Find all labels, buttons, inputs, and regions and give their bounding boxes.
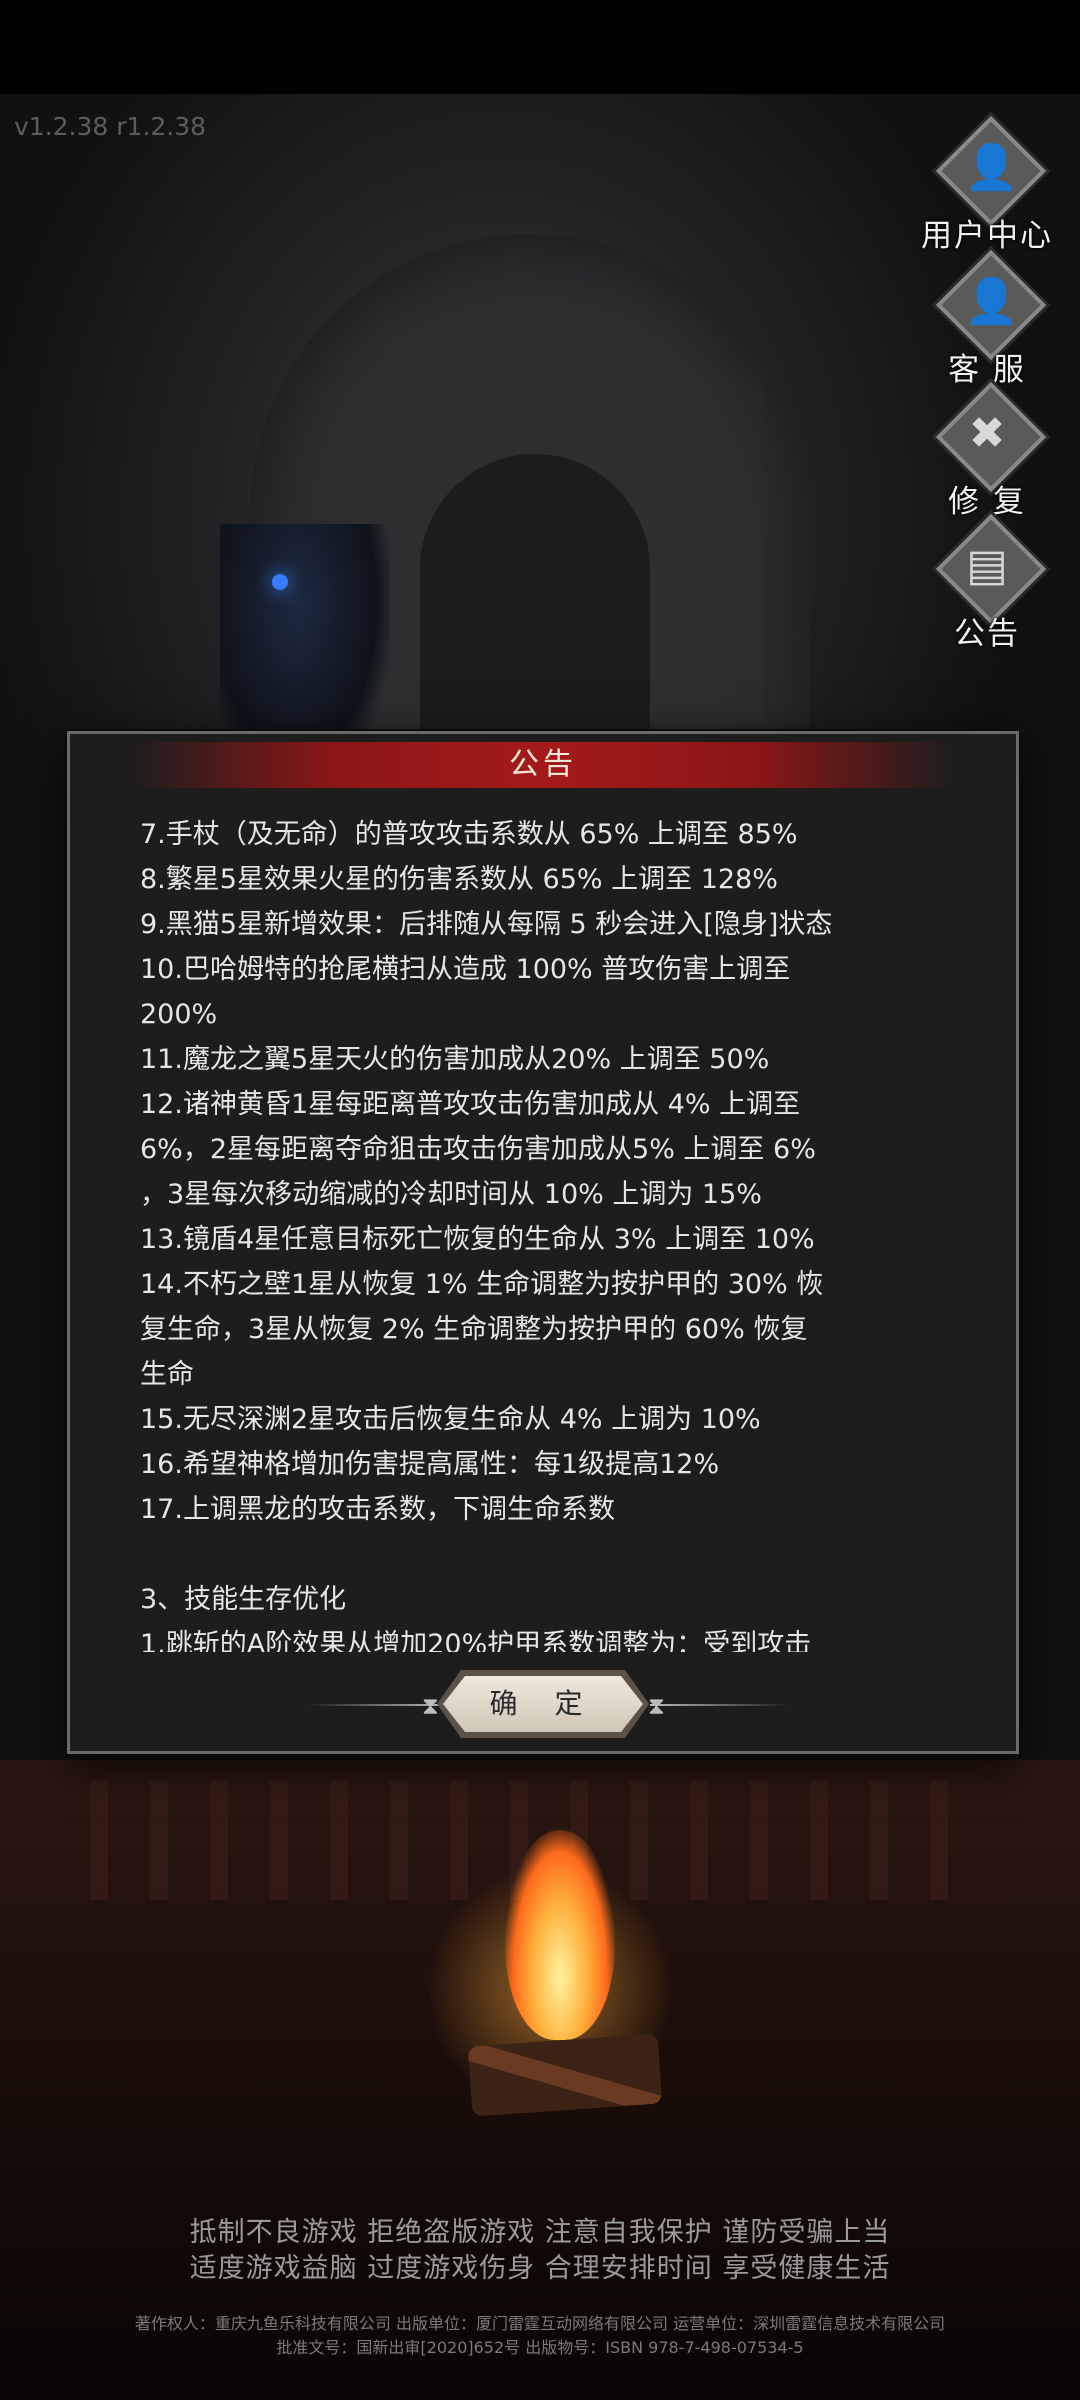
announcement-line: 10.巴哈姆特的抢尾横扫从造成 100% 普攻伤害上调至 (140, 954, 791, 985)
announcement-label: 公告 (954, 616, 1020, 652)
user-center-label: 用户中心 (921, 218, 1053, 254)
announcement-line: 生命 (140, 1359, 194, 1390)
repair-label: 修 复 (948, 484, 1026, 520)
announcement-line: 14.不朽之壁1星从恢复 1% 生命调整为按护甲的 30% 恢 (140, 1269, 824, 1300)
repair-button[interactable]: ✖ 修 复 (912, 381, 1062, 520)
announcement-line: ，3星每次移动缩减的冷却时间从 10% 上调为 15% (140, 1179, 762, 1210)
campfire-logs (467, 2033, 663, 2117)
announcement-line: 15.无尽深渊2星攻击后恢复生命从 4% 上调为 10% (140, 1404, 761, 1435)
user-center-button[interactable]: 👤 用户中心 (912, 115, 1062, 254)
copyright-line2: 批准文号：国新出审[2020]652号 出版物号：ISBN 978-7-498-… (276, 2338, 804, 2357)
decor-cap-right: ⧗ (648, 1692, 665, 1720)
copyright-line1: 著作权人：重庆九鱼乐科技有限公司 出版单位：厦门雷霆互动网络有限公司 运营单位：… (134, 2314, 946, 2333)
announcement-line: 12.诸神黄昏1星每距离普攻攻击伤害加成从 4% 上调至 (140, 1089, 801, 1120)
repair-icon: ✖ (968, 408, 1006, 459)
announcement-line: 7.手杖（及无命）的普攻攻击系数从 65% 上调至 85% (140, 819, 798, 850)
glowing-eye (272, 574, 288, 590)
version-label: v1.2.38 r1.2.38 (14, 112, 207, 141)
health-notice-line2: 适度游戏益脑 过度游戏伤身 合理安排时间 享受健康生活 (189, 2253, 891, 2284)
announcement-line: 9.黑猫5星新增效果：后排随从每隔 5 秒会进入[隐身]状态 (140, 909, 833, 940)
campfire-flame (505, 1830, 615, 2040)
user-icon: 👤 (964, 142, 1019, 193)
announcement-line: 1.跳斩的A阶效果从增加20%护甲系数调整为：受到攻击 (140, 1629, 812, 1652)
announcement-line: 复生命，3星从恢复 2% 生命调整为按护甲的 60% 恢复 (140, 1314, 808, 1345)
status-bar (0, 0, 1080, 94)
section-heading: 3、技能生存优化 (140, 1584, 347, 1615)
notice-icon: ▤ (966, 540, 1008, 591)
announcement-line: 6%，2星每距离夺命狙击攻击伤害加成从5% 上调至 6% (140, 1134, 816, 1165)
decor-cap-left: ⧗ (422, 1692, 439, 1720)
announcement-content[interactable]: 7.手杖（及无命）的普攻攻击系数从 65% 上调至 85% 8.繁星5星效果火星… (140, 812, 966, 1652)
support-icon: 👤 (964, 276, 1019, 327)
announcement-line: 200% (140, 999, 218, 1030)
announcement-line: 8.繁星5星效果火星的伤害系数从 65% 上调至 128% (140, 864, 778, 895)
announcement-line: 11.魔龙之翼5星天火的伤害加成从20% 上调至 50% (140, 1044, 770, 1075)
announcement-line: 17.上调黑龙的攻击系数，下调生命系数 (140, 1494, 615, 1525)
confirm-area: ⧗ ⧗ 确 定 (70, 1670, 1016, 1740)
dialog-title: 公告 (509, 747, 577, 782)
customer-service-label: 客 服 (948, 352, 1026, 388)
announcement-line: 16.希望神格增加伤害提高属性：每1级提高12% (140, 1449, 720, 1480)
decor-line-right (650, 1704, 790, 1706)
customer-service-button[interactable]: 👤 客 服 (912, 249, 1062, 388)
announcement-button[interactable]: ▤ 公告 (912, 513, 1062, 652)
confirm-button[interactable]: 确 定 (443, 1676, 643, 1732)
announcement-dialog: 公告 7.手杖（及无命）的普攻攻击系数从 65% 上调至 85% 8.繁星5星效… (67, 731, 1019, 1754)
health-notice-line1: 抵制不良游戏 拒绝盗版游戏 注意自我保护 谨防受骗上当 (189, 2217, 891, 2248)
announcement-line: 13.镜盾4星任意目标死亡恢复的生命从 3% 上调至 10% (140, 1224, 815, 1255)
